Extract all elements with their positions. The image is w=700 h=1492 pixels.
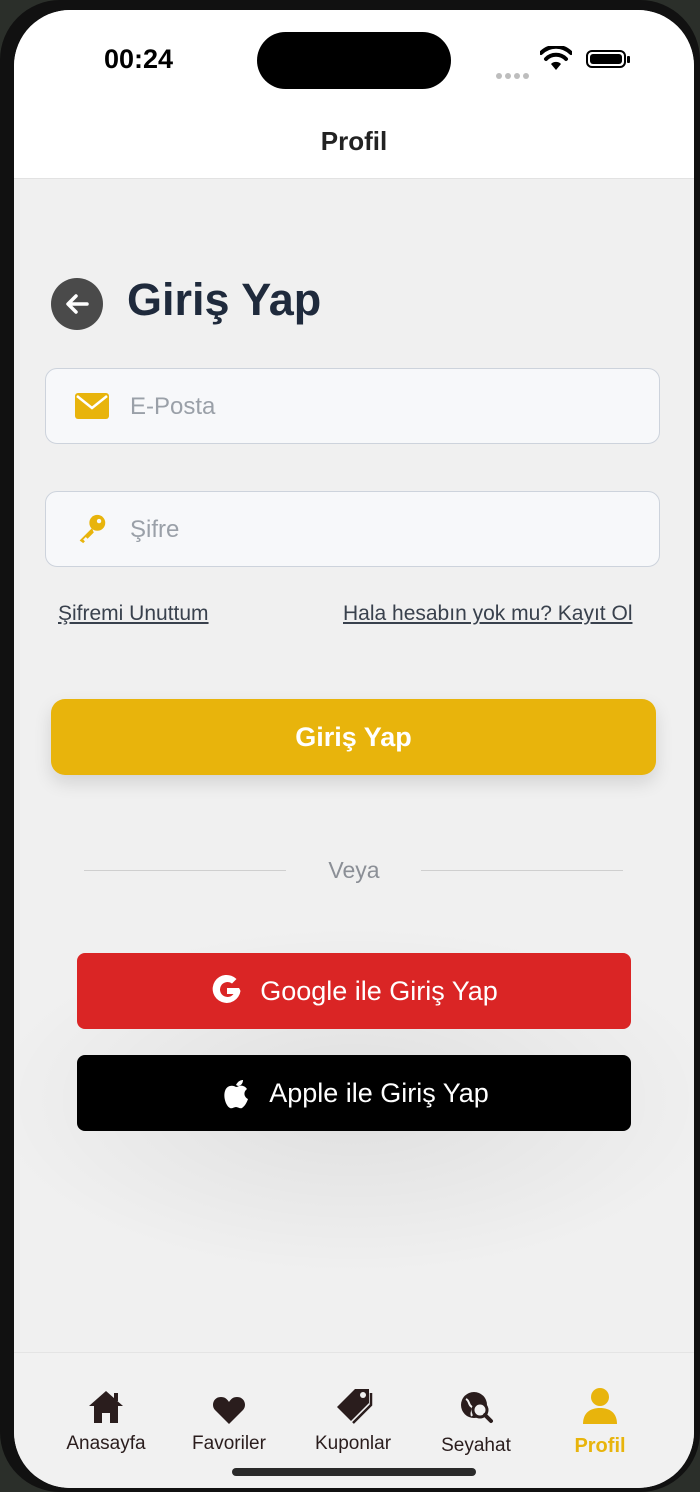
battery-icon bbox=[586, 50, 630, 68]
signal-icon bbox=[496, 66, 532, 84]
top-bar: 00:24 Profil bbox=[14, 10, 694, 179]
login-button[interactable]: Giriş Yap bbox=[51, 699, 656, 775]
tab-label: Seyahat bbox=[441, 1435, 511, 1456]
home-indicator bbox=[232, 1468, 476, 1476]
apple-icon bbox=[219, 1076, 253, 1110]
dynamic-island bbox=[257, 32, 451, 89]
password-input[interactable] bbox=[128, 506, 642, 554]
status-time: 00:24 bbox=[104, 44, 174, 74]
tab-label: Profil bbox=[574, 1435, 626, 1457]
divider-line-right bbox=[421, 870, 623, 871]
mail-icon bbox=[75, 393, 109, 419]
page-title: Giriş Yap bbox=[127, 274, 322, 325]
tab-profil[interactable]: Profil bbox=[538, 1383, 662, 1458]
status-icons bbox=[496, 46, 666, 79]
tab-label: Favoriler bbox=[192, 1433, 266, 1454]
google-login-label: Google ile Giriş Yap bbox=[260, 975, 498, 1006]
tab-label: Anasayfa bbox=[66, 1433, 146, 1454]
apple-login-label: Apple ile Giriş Yap bbox=[269, 1077, 489, 1108]
tab-favoriler[interactable]: Favoriler bbox=[167, 1383, 291, 1455]
nav-title: Profil bbox=[320, 126, 388, 156]
tab-label: Kuponlar bbox=[314, 1433, 392, 1454]
google-icon bbox=[210, 974, 244, 1008]
key-icon bbox=[79, 514, 106, 544]
device-frame: 00:24 Profil Giriş Yap E-Posta Şifremi U… bbox=[0, 0, 700, 1492]
tab-anasayfa[interactable]: Anasayfa bbox=[44, 1383, 168, 1455]
globe-search-icon bbox=[461, 1392, 493, 1423]
tab-seyahat[interactable]: Seyahat bbox=[414, 1383, 538, 1457]
wifi-icon bbox=[540, 46, 572, 70]
tab-kuponlar[interactable]: Kuponlar bbox=[291, 1383, 415, 1455]
email-input[interactable] bbox=[128, 383, 642, 431]
google-login-button[interactable]: Google ile Giriş Yap bbox=[77, 953, 631, 1029]
register-link[interactable]: Hala hesabın yok mu? Kayıt Ol bbox=[343, 602, 632, 626]
user-icon bbox=[583, 1388, 617, 1424]
back-button[interactable] bbox=[51, 278, 103, 330]
arrow-left-icon bbox=[66, 294, 89, 314]
forgot-password-link[interactable]: Şifremi Unuttum bbox=[58, 602, 209, 626]
apple-login-button[interactable]: Apple ile Giriş Yap bbox=[77, 1055, 631, 1131]
email-field[interactable] bbox=[45, 368, 660, 444]
password-field[interactable] bbox=[45, 491, 660, 567]
screen: 00:24 Profil Giriş Yap E-Posta Şifremi U… bbox=[14, 10, 694, 1488]
tag-icon bbox=[337, 1389, 373, 1424]
heart-icon bbox=[213, 1397, 245, 1424]
home-icon bbox=[89, 1391, 123, 1423]
